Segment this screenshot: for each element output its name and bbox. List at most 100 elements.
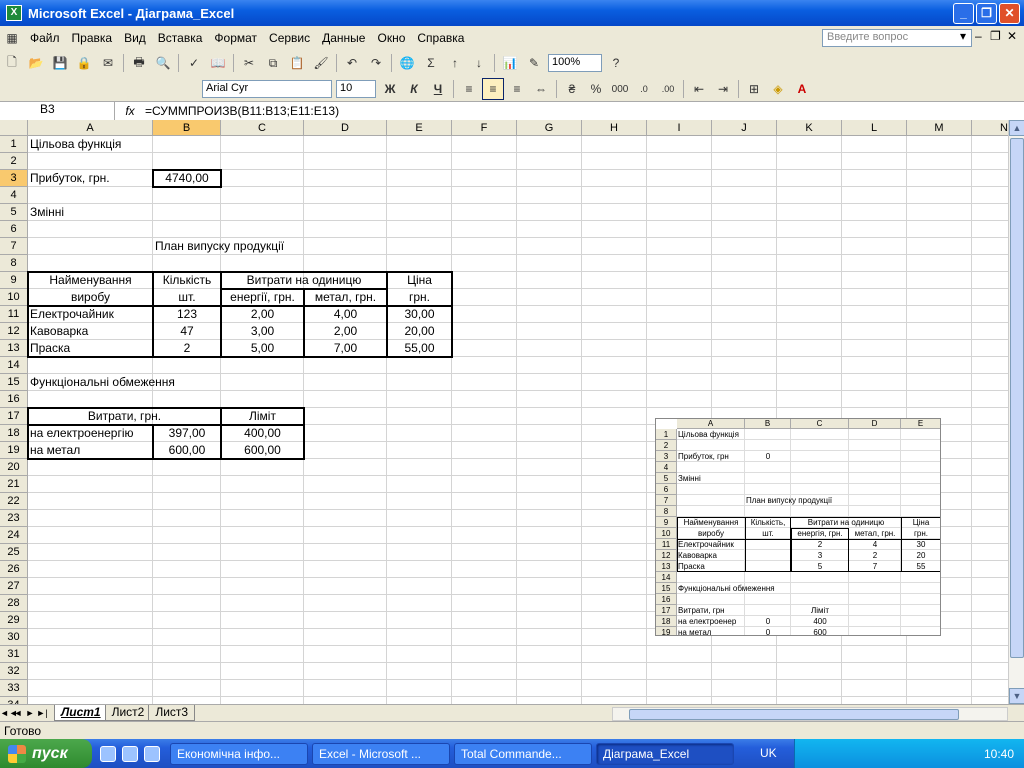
cell-c10[interactable]: енергії, грн.	[221, 289, 304, 306]
copy-icon[interactable]: ⧉	[262, 52, 284, 74]
worksheet[interactable]: ABCDEFGHIJKLMN 1 2 3 4 5 6 7 8 9 10 11 12 13 14 15 16 17…	[0, 120, 1008, 704]
row-header-20[interactable]: 20	[0, 459, 28, 476]
row-header-19[interactable]: 19	[0, 442, 28, 459]
doc-close-icon[interactable]: ✕	[1007, 29, 1017, 43]
zoom-select[interactable]: 100%	[548, 54, 602, 72]
menu-format[interactable]: Формат	[208, 31, 263, 45]
column-header-f[interactable]: F	[452, 120, 517, 136]
row-header-6[interactable]: 6	[0, 221, 28, 238]
product-energy[interactable]: 5,00	[221, 340, 304, 357]
scroll-thumb[interactable]	[1010, 138, 1024, 658]
redo-icon[interactable]: ↷	[365, 52, 387, 74]
product-price[interactable]: 55,00	[387, 340, 452, 357]
row-header-23[interactable]: 23	[0, 510, 28, 527]
cell-a10[interactable]: виробу	[28, 289, 153, 306]
column-header-g[interactable]: G	[517, 120, 582, 136]
open-icon[interactable]: 📂	[25, 52, 47, 74]
cell-a1[interactable]: Цільова функція	[28, 136, 153, 153]
row-header-29[interactable]: 29	[0, 612, 28, 629]
menu-view[interactable]: Вид	[118, 31, 152, 45]
hyperlink-icon[interactable]: 🌐	[396, 52, 418, 74]
row-header-18[interactable]: 18	[0, 425, 28, 442]
research-icon[interactable]: 📖	[207, 52, 229, 74]
thousands-icon[interactable]: 000	[609, 78, 631, 100]
row-header-16[interactable]: 16	[0, 391, 28, 408]
horizontal-scrollbar[interactable]	[612, 707, 1008, 721]
column-header-m[interactable]: M	[907, 120, 972, 136]
cut-icon[interactable]: ✂	[238, 52, 260, 74]
product-metal[interactable]: 4,00	[304, 306, 387, 323]
product-metal[interactable]: 2,00	[304, 323, 387, 340]
formula-input[interactable]: =СУММПРОИЗВ(B11:B13;E11:E13)	[145, 104, 339, 118]
underline-button[interactable]: Ч	[427, 78, 449, 100]
row-header-17[interactable]: 17	[0, 408, 28, 425]
product-energy[interactable]: 2,00	[221, 306, 304, 323]
permission-icon[interactable]: 🔒	[73, 52, 95, 74]
cell-a15[interactable]: Функціональні обмеження	[28, 374, 221, 391]
tab-prev-icon[interactable]: ◄	[12, 708, 24, 718]
menu-insert[interactable]: Вставка	[152, 31, 209, 45]
column-header-e[interactable]: E	[387, 120, 452, 136]
row-header-10[interactable]: 10	[0, 289, 28, 306]
row-header-33[interactable]: 33	[0, 680, 28, 697]
maximize-button[interactable]: ❐	[976, 3, 997, 24]
row-header-5[interactable]: 5	[0, 204, 28, 221]
row-header-25[interactable]: 25	[0, 544, 28, 561]
font-size-select[interactable]: 10	[336, 80, 376, 98]
print-icon[interactable]: 🖶	[128, 52, 150, 74]
tab-sheet1[interactable]: Лист1	[54, 705, 108, 721]
limit-value[interactable]: 397,00	[153, 425, 221, 442]
product-qty[interactable]: 47	[153, 323, 221, 340]
column-header-i[interactable]: I	[647, 120, 712, 136]
email-icon[interactable]: ✉	[97, 52, 119, 74]
fill-color-icon[interactable]: ◈	[767, 78, 789, 100]
function-icon[interactable]: fx	[115, 104, 145, 118]
column-header-n[interactable]: N	[972, 120, 1008, 136]
menu-help[interactable]: Справка	[411, 31, 470, 45]
row-header-7[interactable]: 7	[0, 238, 28, 255]
column-header-a[interactable]: A	[28, 120, 153, 136]
row-header-24[interactable]: 24	[0, 527, 28, 544]
increase-decimal-icon[interactable]: .0	[633, 78, 655, 100]
bold-button[interactable]: Ж	[379, 78, 401, 100]
row-header-9[interactable]: 9	[0, 272, 28, 289]
cell-e10[interactable]: грн.	[387, 289, 452, 306]
product-price[interactable]: 20,00	[387, 323, 452, 340]
task-total-commander[interactable]: Total Commande...	[454, 742, 592, 765]
tab-sheet3[interactable]: Лист3	[148, 705, 196, 721]
new-icon[interactable]: 🗋	[1, 52, 23, 74]
row-header-3[interactable]: 3	[0, 170, 28, 187]
column-header-l[interactable]: L	[842, 120, 907, 136]
cell-c17[interactable]: Ліміт	[221, 408, 304, 425]
paste-icon[interactable]: 📋	[286, 52, 308, 74]
row-header-14[interactable]: 14	[0, 357, 28, 374]
decrease-decimal-icon[interactable]: .00	[657, 78, 679, 100]
start-button[interactable]: пуск	[0, 739, 92, 768]
vertical-scrollbar[interactable]: ▲ ▼	[1008, 120, 1024, 704]
tab-last-icon[interactable]: ►|	[36, 708, 48, 718]
column-header-j[interactable]: J	[712, 120, 777, 136]
row-header-2[interactable]: 2	[0, 153, 28, 170]
increase-indent-icon[interactable]: ⇥	[712, 78, 734, 100]
sort-desc-icon[interactable]: ↓	[468, 52, 490, 74]
borders-icon[interactable]: ⊞	[743, 78, 765, 100]
row-header-32[interactable]: 32	[0, 663, 28, 680]
row-header-11[interactable]: 11	[0, 306, 28, 323]
quicklaunch-icon[interactable]	[144, 745, 160, 762]
limit-name[interactable]: на електроенергію	[28, 425, 153, 442]
print-preview-icon[interactable]: 🔍	[152, 52, 174, 74]
product-qty[interactable]: 2	[153, 340, 221, 357]
limit-value[interactable]: 600,00	[153, 442, 221, 459]
product-qty[interactable]: 123	[153, 306, 221, 323]
row-header-8[interactable]: 8	[0, 255, 28, 272]
column-header-c[interactable]: C	[221, 120, 304, 136]
help-search-input[interactable]: Введите вопрос	[822, 29, 972, 47]
product-metal[interactable]: 7,00	[304, 340, 387, 357]
doc-restore-icon[interactable]: ❐	[990, 29, 1001, 43]
column-header-h[interactable]: H	[582, 120, 647, 136]
hscroll-thumb[interactable]	[629, 709, 959, 720]
menu-tools[interactable]: Сервис	[263, 31, 316, 45]
row-header-12[interactable]: 12	[0, 323, 28, 340]
autosum-icon[interactable]: Σ	[420, 52, 442, 74]
product-price[interactable]: 30,00	[387, 306, 452, 323]
